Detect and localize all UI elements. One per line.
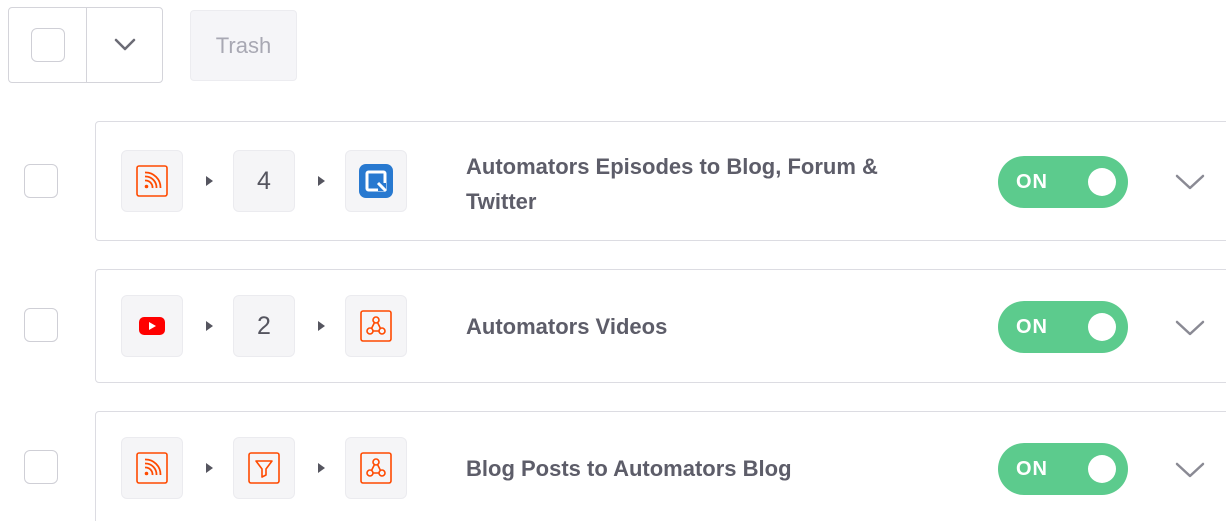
chevron-down-icon (114, 38, 135, 51)
zap-toggle[interactable]: ON (998, 301, 1128, 353)
webhook-icon (360, 310, 392, 342)
rss-icon (136, 452, 168, 484)
select-all-checkbox[interactable] (30, 28, 65, 62)
trash-button[interactable]: Trash (190, 10, 297, 81)
arrow-right-icon (318, 176, 325, 186)
zap-list-page: Trash 4 Automators Episodes to Blog, For… (0, 0, 1226, 521)
step-count: 4 (257, 166, 271, 195)
zap-row-checkbox[interactable] (24, 450, 58, 484)
step-count-badge: 2 (233, 295, 295, 357)
zap-title[interactable]: Automators Episodes to Blog, Forum & Twi… (466, 149, 896, 219)
expand-zap-button[interactable] (1170, 450, 1210, 490)
arrow-right-icon (318, 463, 325, 473)
step-count: 2 (257, 311, 271, 340)
bulk-select-group (8, 7, 163, 83)
webhook-icon (360, 452, 392, 484)
toggle-label: ON (1016, 316, 1048, 338)
zap-card[interactable]: Blog Posts to Automators Blog ON (95, 411, 1226, 521)
action-step (345, 295, 407, 357)
chevron-down-icon (1175, 174, 1205, 190)
zap-row-checkbox[interactable] (24, 164, 58, 198)
toggle-knob (1088, 455, 1116, 483)
zap-card[interactable]: 2 Automators Videos ON (95, 269, 1226, 383)
action-step (345, 150, 407, 212)
zap-row-checkbox[interactable] (24, 308, 58, 342)
zap-card[interactable]: 4 Automators Episodes to Blog, Forum & T… (95, 121, 1226, 241)
youtube-icon (139, 317, 165, 335)
zap-toggle[interactable]: ON (998, 156, 1128, 208)
toggle-label: ON (1016, 171, 1048, 193)
toggle-knob (1088, 313, 1116, 341)
arrow-right-icon (318, 321, 325, 331)
zap-toggle[interactable]: ON (998, 443, 1128, 495)
chevron-down-icon (1175, 320, 1205, 336)
expand-zap-button[interactable] (1170, 162, 1210, 202)
filter-icon (248, 452, 280, 484)
arrow-right-icon (206, 321, 213, 331)
chevron-down-icon (1175, 462, 1205, 478)
zap-steps (121, 437, 407, 499)
trigger-step (121, 437, 183, 499)
bulk-actions-toolbar: Trash (8, 7, 297, 85)
rss-icon (136, 165, 168, 197)
zap-steps: 4 (121, 150, 407, 212)
trigger-step (121, 295, 183, 357)
arrow-right-icon (206, 463, 213, 473)
toggle-knob (1088, 168, 1116, 196)
step-count-badge: 4 (233, 150, 295, 212)
select-all-cell (9, 8, 87, 82)
select-options-dropdown[interactable] (87, 8, 162, 82)
zap-title[interactable]: Automators Videos (466, 309, 896, 344)
filter-step (233, 437, 295, 499)
quip-icon (359, 164, 393, 198)
toggle-label: ON (1016, 458, 1048, 480)
action-step (345, 437, 407, 499)
zap-steps: 2 (121, 295, 407, 357)
expand-zap-button[interactable] (1170, 308, 1210, 348)
trigger-step (121, 150, 183, 212)
arrow-right-icon (206, 176, 213, 186)
zap-title[interactable]: Blog Posts to Automators Blog (466, 451, 896, 486)
